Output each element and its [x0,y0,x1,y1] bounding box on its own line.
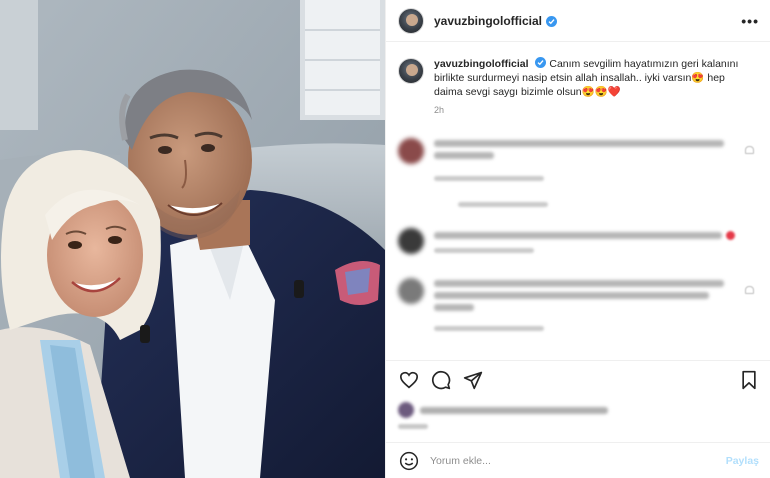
comment-meta-redacted [434,248,534,253]
comment-input[interactable] [430,454,700,467]
emoji-smile-icon[interactable] [398,450,420,472]
caption-verified-badge-icon [535,57,547,68]
post-image [0,0,385,478]
view-replies-redacted[interactable] [458,202,548,207]
comment-avatar[interactable] [398,278,424,304]
comment-meta-redacted [434,326,544,331]
comment-text-redacted [434,232,722,239]
add-comment-bar: Paylaş [386,442,770,478]
author-avatar[interactable] [398,7,424,34]
author-username[interactable]: yavuzbingolofficial [434,14,542,28]
post-date-redacted [398,424,428,429]
comment-like-icon[interactable] [745,146,754,154]
share-icon[interactable] [462,369,484,391]
post-actions-bar [398,368,760,392]
caption-body: yavuzbingolofficial Canım sevgilim hayat… [434,56,754,115]
caption-username[interactable]: yavuzbingolofficial [434,58,529,70]
comment-text-redacted [434,292,709,299]
verified-badge-icon [546,16,558,27]
liker-avatar [398,402,414,418]
post-header: yavuzbingolofficial ••• [386,0,770,42]
more-options-icon[interactable]: ••• [741,14,759,28]
likes-text-redacted [420,407,608,414]
post-comment-button[interactable]: Paylaş [726,455,759,467]
comment-text-redacted [434,152,494,159]
likes-summary-redacted[interactable] [398,400,758,420]
section-divider [386,360,770,361]
comment-avatar[interactable] [398,138,424,164]
heart-icon[interactable] [398,369,420,391]
comment-avatar[interactable] [398,228,424,254]
comment-text-redacted [434,280,724,287]
caption-avatar[interactable] [398,58,424,84]
bookmark-icon[interactable] [738,369,760,391]
comment-text-redacted [434,140,724,147]
comment-icon[interactable] [430,369,452,391]
caption-text: yavuzbingolofficial Canım sevgilim hayat… [434,56,754,99]
caption: yavuzbingolofficial Canım sevgilim hayat… [398,56,758,115]
post-details-panel: yavuzbingolofficial ••• yavuzbingoloffic… [385,0,770,478]
comments-list [386,130,770,358]
comment-meta-redacted [434,176,544,181]
comment-like-icon[interactable] [745,286,754,294]
heart-emoji-icon [726,231,735,240]
comment-text-redacted [434,304,474,311]
post-photo[interactable] [0,0,385,478]
caption-timestamp[interactable]: 2h [434,105,754,115]
